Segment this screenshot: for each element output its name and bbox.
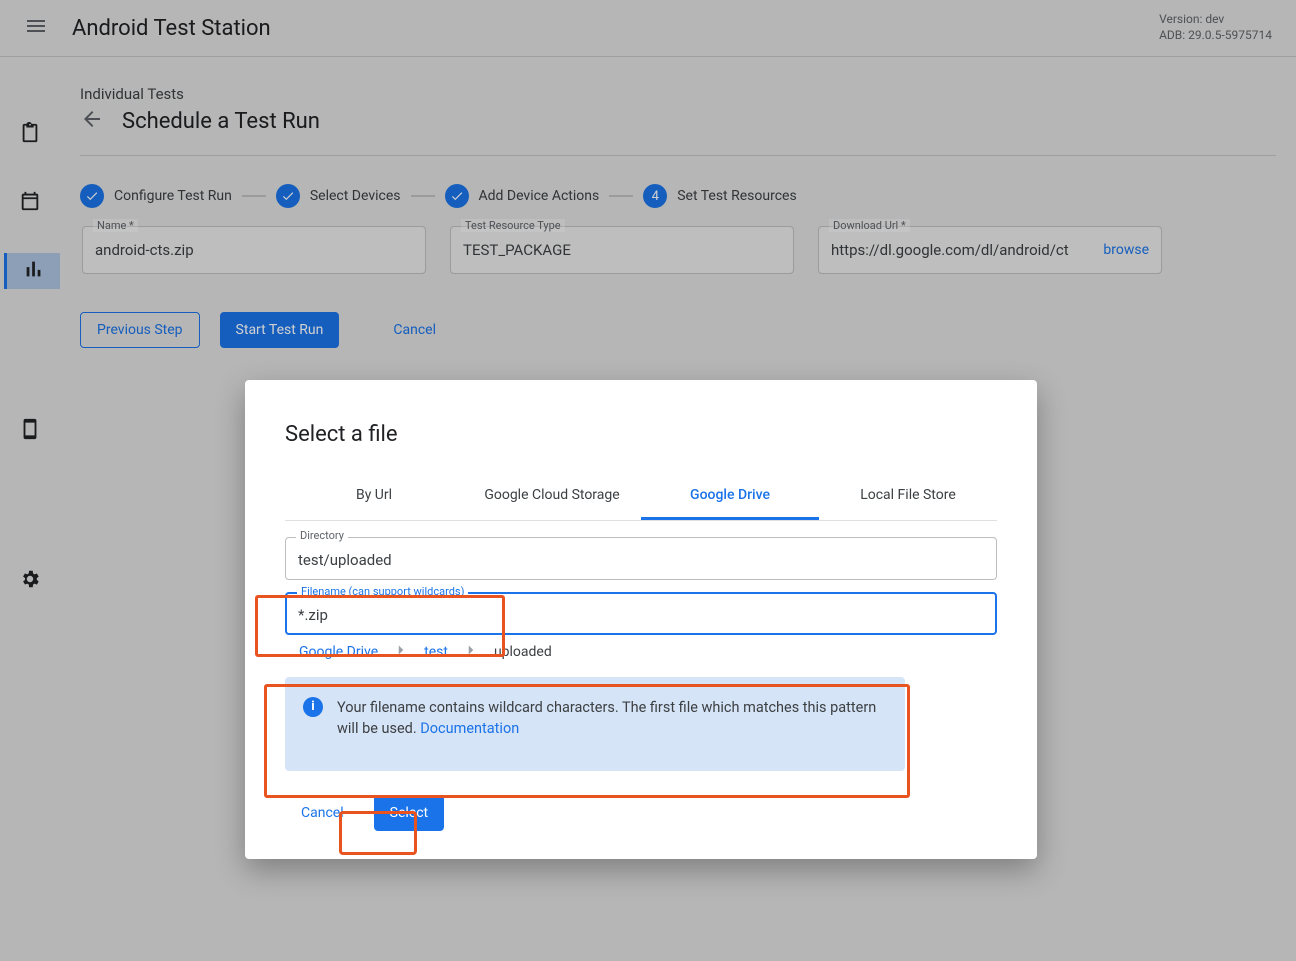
info-icon: i	[303, 697, 323, 717]
tab-gcs[interactable]: Google Cloud Storage	[463, 477, 641, 520]
chevron-right-icon	[392, 641, 410, 663]
documentation-link[interactable]: Documentation	[420, 720, 519, 737]
tab-google-drive[interactable]: Google Drive	[641, 477, 819, 520]
directory-field[interactable]: Directory	[285, 537, 997, 580]
filename-field[interactable]: Filename (can support wildcards)	[285, 592, 997, 635]
tab-local-file-store[interactable]: Local File Store	[819, 477, 997, 520]
modal-title: Select a file	[285, 422, 997, 447]
modal-cancel-button[interactable]: Cancel	[285, 795, 360, 831]
select-file-dialog: Select a file By Url Google Cloud Storag…	[245, 380, 1037, 859]
crumb-root[interactable]: Google Drive	[299, 644, 378, 660]
modal-select-button[interactable]: Select	[374, 795, 444, 831]
directory-input[interactable]	[298, 551, 984, 569]
crumb-test[interactable]: test	[424, 644, 448, 660]
tab-by-url[interactable]: By Url	[285, 477, 463, 520]
wildcard-info-box: i Your filename contains wildcard charac…	[285, 677, 905, 771]
chevron-right-icon	[462, 641, 480, 663]
crumb-uploaded: uploaded	[494, 644, 552, 660]
path-breadcrumb: Google Drive test uploaded	[299, 641, 997, 663]
filename-input[interactable]	[298, 606, 984, 624]
